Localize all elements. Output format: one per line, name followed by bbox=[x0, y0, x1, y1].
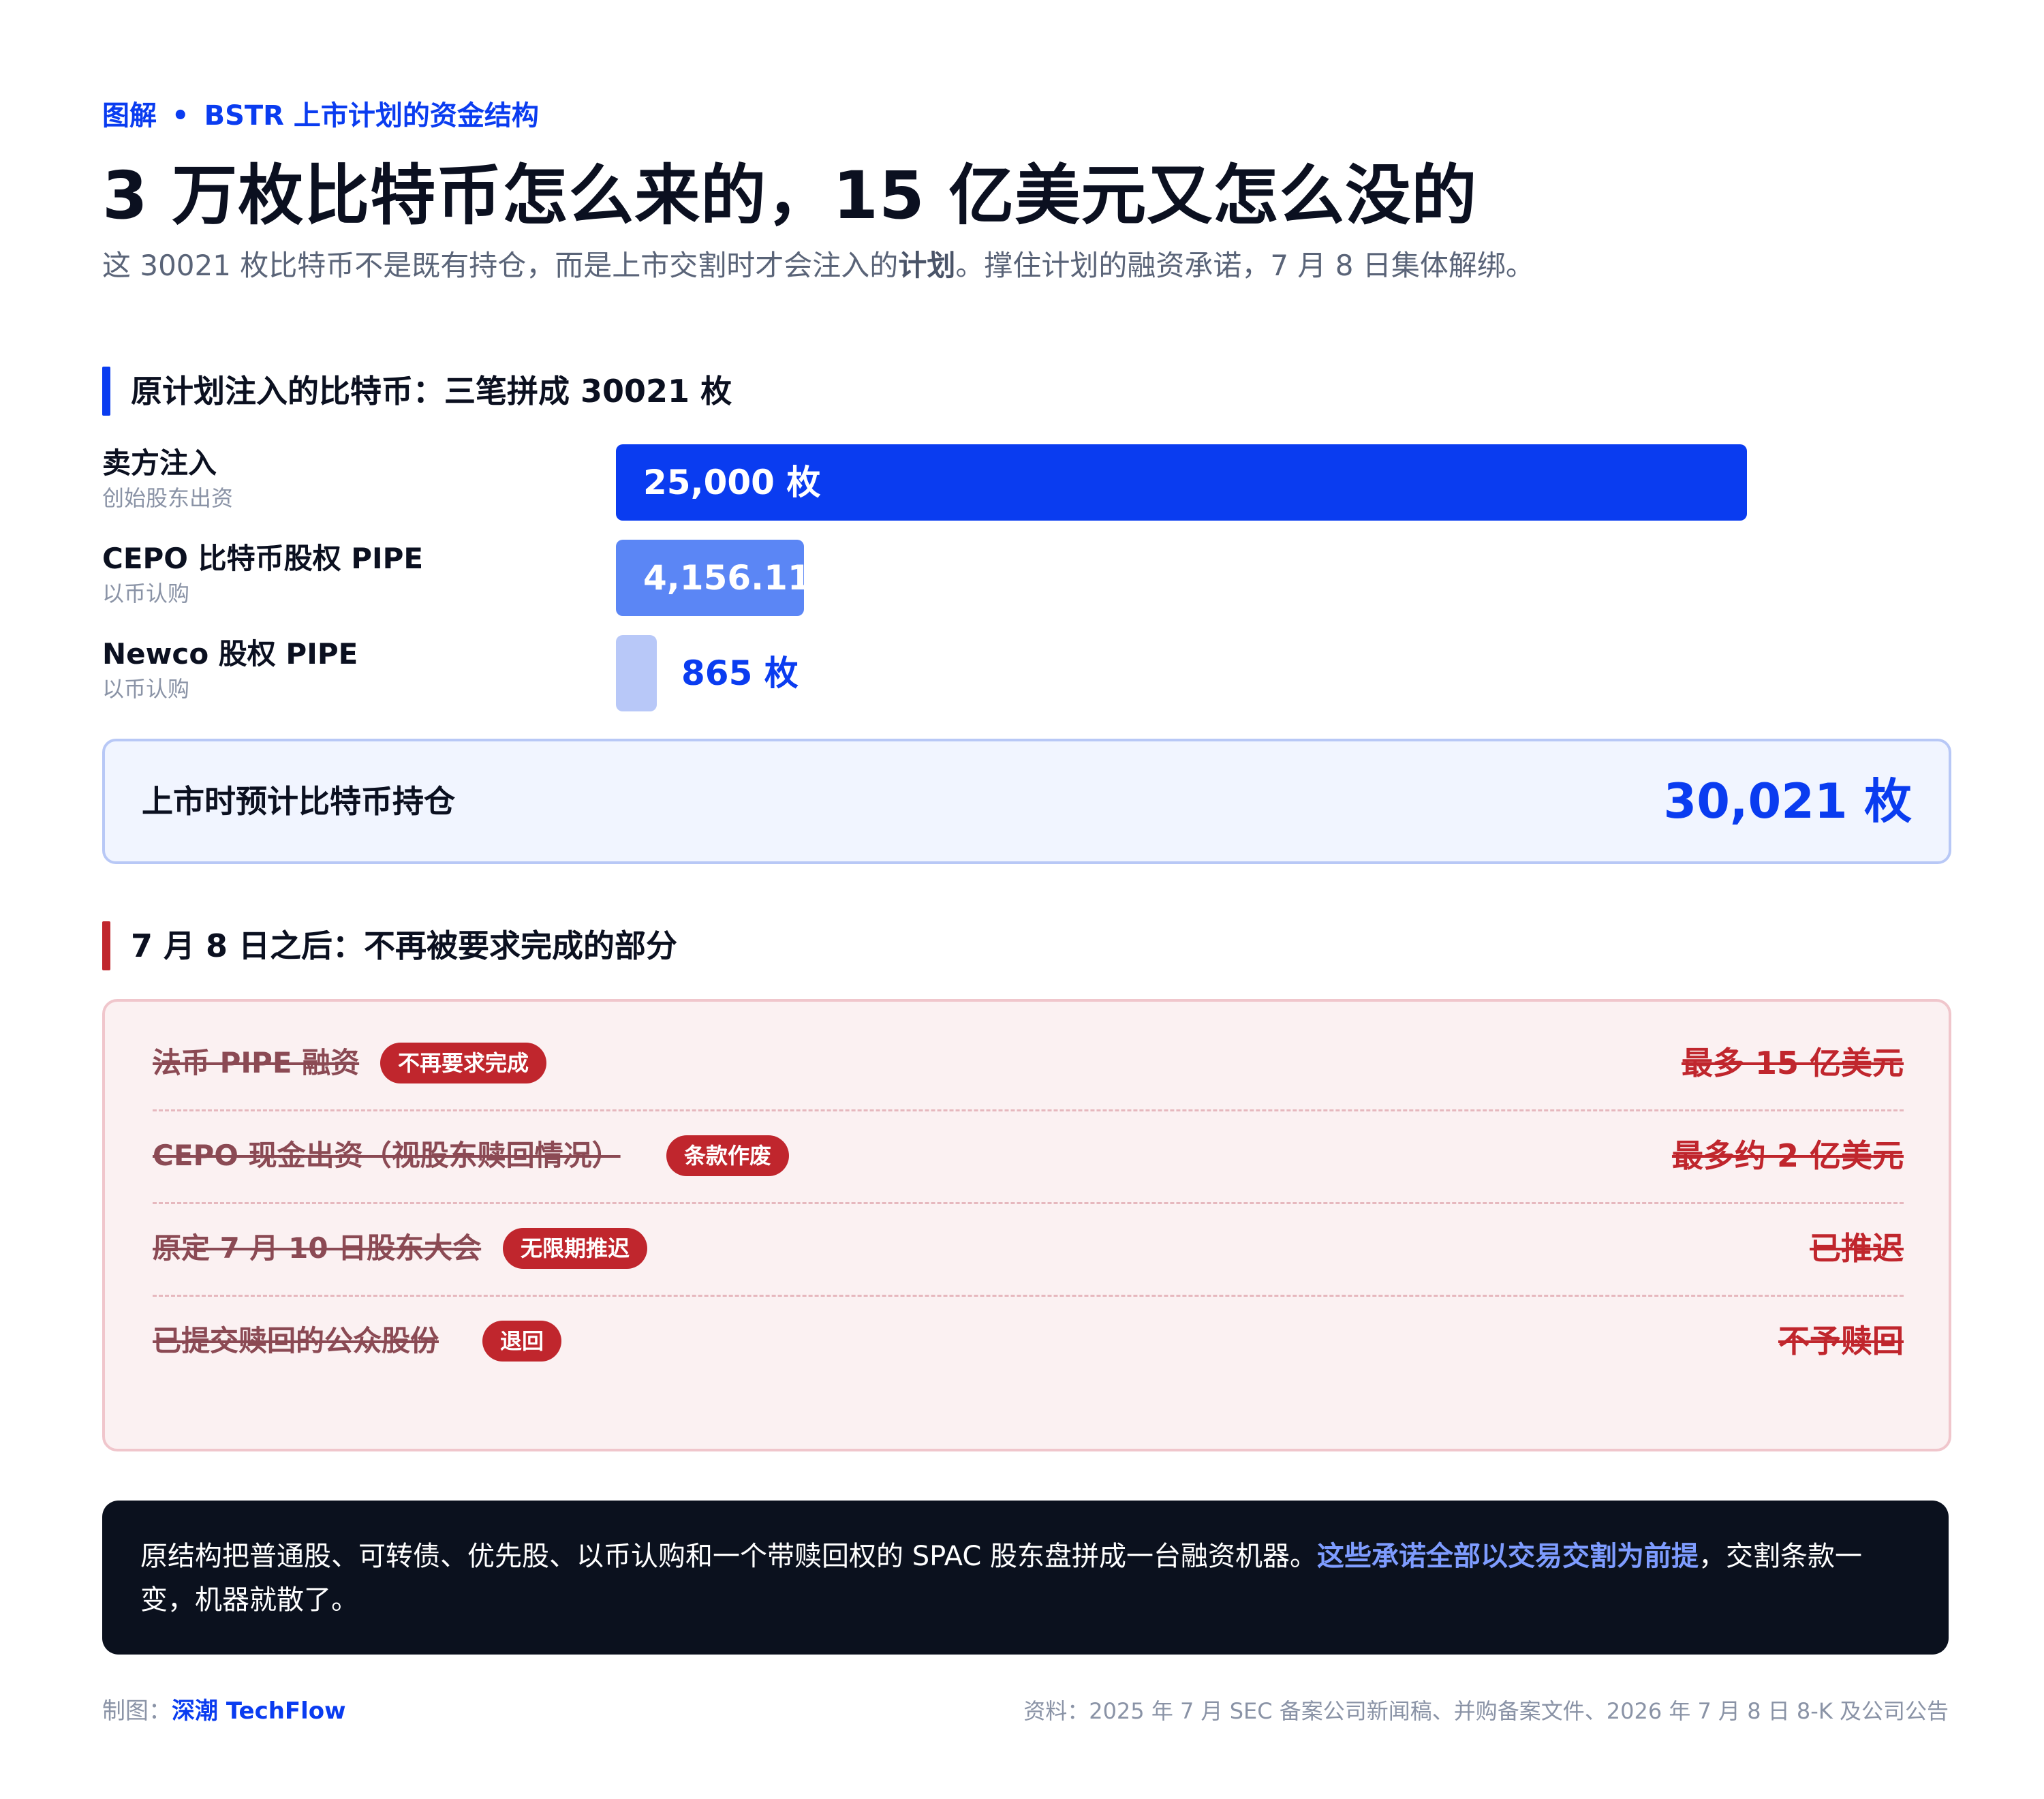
bar-subcategory-label: 以币认购 bbox=[102, 581, 190, 606]
page-subtitle: 这 30021 枚比特币不是既有持仓，而是上市交割时才会注入的计划。撑住计划的融… bbox=[102, 245, 1949, 286]
summary-note: 原结构把普通股、可转债、优先股、以币认购和一个带赎回权的 SPAC 股东盘拼成一… bbox=[102, 1501, 1949, 1655]
footer-source: 资料：2025 年 7 月 SEC 备案公司新闻稿、并购备案文件、2026 年 … bbox=[1023, 1698, 1949, 1724]
cancelled-items-box: 法币 PIPE 融资 不再要求完成 最多 15 亿美元 CEPO 现金出资（视股… bbox=[102, 999, 1951, 1451]
status-badge: 不再要求完成 bbox=[380, 1043, 547, 1083]
status-badge: 无限期推迟 bbox=[503, 1228, 648, 1269]
status-badge: 退回 bbox=[482, 1321, 562, 1362]
list-item: 法币 PIPE 融资 不再要求完成 最多 15 亿美元 bbox=[153, 1017, 1904, 1111]
footer-credit: 制图：深潮 TechFlow bbox=[102, 1694, 346, 1728]
total-value: 30,021 枚 bbox=[1663, 773, 1913, 829]
subtitle-text-before: 这 30021 枚比特币不是既有持仓，而是上市交割时才会注入的 bbox=[102, 249, 899, 282]
bar-track: 4,156.11 bbox=[616, 540, 1747, 616]
item-label: 法币 PIPE 融资 bbox=[153, 1046, 360, 1079]
bar-row: Newco 股权 PIPE 以币认购 865 枚 bbox=[102, 635, 1949, 711]
bar-row: 卖方注入 创始股东出资 25,000 枚 bbox=[102, 444, 1949, 521]
list-item: 已提交赎回的公众股份 退回 不予赎回 bbox=[153, 1295, 1904, 1387]
item-label: 已提交赎回的公众股份 bbox=[153, 1324, 439, 1357]
section-heading-after: 7 月 8 日之后：不再被要求完成的部分 bbox=[102, 921, 677, 970]
bar-row-label: 卖方注入 创始股东出资 bbox=[102, 444, 593, 514]
item-label: CEPO 现金出资（视股东赎回情况） bbox=[153, 1139, 621, 1172]
bar bbox=[616, 635, 657, 711]
section-accent-bar bbox=[102, 921, 110, 970]
note-text: 原结构把普通股、可转债、优先股、以币认购和一个带赎回权的 SPAC 股东盘拼成一… bbox=[140, 1535, 1912, 1622]
subtitle-bold: 计划 bbox=[898, 249, 956, 282]
item-value: 不予赎回 bbox=[1778, 1323, 1904, 1359]
bar-value-label: 25,000 枚 bbox=[643, 463, 821, 502]
bar-category-label: Newco 股权 PIPE bbox=[102, 637, 358, 671]
kicker-prefix: 图解 bbox=[102, 100, 157, 132]
status-badge: 条款作废 bbox=[666, 1135, 790, 1176]
total-label: 上市时预计比特币持仓 bbox=[142, 783, 455, 820]
bar-row-label: CEPO 比特币股权 PIPE 以币认购 bbox=[102, 540, 593, 609]
bar-value-label: 865 枚 bbox=[681, 654, 799, 693]
page-title: 3 万枚比特币怎么来的，15 亿美元又怎么没的 bbox=[102, 157, 1478, 234]
bar-track: 25,000 枚 bbox=[616, 444, 1747, 521]
kicker: 图解 • BSTR 上市计划的资金结构 bbox=[102, 95, 1949, 136]
list-item: 原定 7 月 10 日股东大会 无限期推迟 已推迟 bbox=[153, 1202, 1904, 1297]
item-value: 已推迟 bbox=[1810, 1230, 1904, 1267]
bar-category-label: CEPO 比特币股权 PIPE bbox=[102, 542, 424, 575]
section-heading-btc: 原计划注入的比特币：三笔拼成 30021 枚 bbox=[102, 367, 732, 416]
bar-category-label: 卖方注入 bbox=[102, 446, 217, 480]
section-accent-bar bbox=[102, 367, 110, 416]
credit-prefix: 制图： bbox=[102, 1697, 172, 1725]
note-highlight: 这些承诺全部以交易交割为前提 bbox=[1316, 1541, 1699, 1572]
bar-subcategory-label: 以币认购 bbox=[102, 676, 190, 702]
note-before: 原结构把普通股、可转债、优先股、以币认购和一个带赎回权的 SPAC 股东盘拼成一… bbox=[140, 1541, 1317, 1572]
kicker-separator: • bbox=[172, 100, 189, 132]
kicker-topic: BSTR 上市计划的资金结构 bbox=[204, 100, 539, 132]
item-value: 最多约 2 亿美元 bbox=[1671, 1137, 1904, 1174]
list-item: CEPO 现金出资（视股东赎回情况） 条款作废 最多约 2 亿美元 bbox=[153, 1109, 1904, 1204]
bar-value-label: 4,156.11 bbox=[643, 558, 811, 598]
section-title: 原计划注入的比特币：三笔拼成 30021 枚 bbox=[131, 373, 732, 410]
item-label: 原定 7 月 10 日股东大会 bbox=[153, 1231, 482, 1265]
item-value: 最多 15 亿美元 bbox=[1681, 1045, 1904, 1081]
credit-brand: 深潮 TechFlow bbox=[172, 1697, 346, 1725]
bar-track: 865 枚 bbox=[616, 635, 1747, 711]
bar-subcategory-label: 创始股东出资 bbox=[102, 485, 234, 511]
section-title: 7 月 8 日之后：不再被要求完成的部分 bbox=[131, 927, 678, 964]
bar-row-label: Newco 股权 PIPE 以币认购 bbox=[102, 635, 593, 705]
bar-row: CEPO 比特币股权 PIPE 以币认购 4,156.11 bbox=[102, 540, 1949, 616]
total-holdings-box: 上市时预计比特币持仓 30,021 枚 bbox=[102, 739, 1951, 864]
subtitle-text-after: 。撑住计划的融资承诺，7 月 8 日集体解绑。 bbox=[955, 249, 1534, 282]
infographic: 图解 • BSTR 上市计划的资金结构 3 万枚比特币怎么来的，15 亿美元又怎么没… bbox=[102, 95, 1949, 286]
